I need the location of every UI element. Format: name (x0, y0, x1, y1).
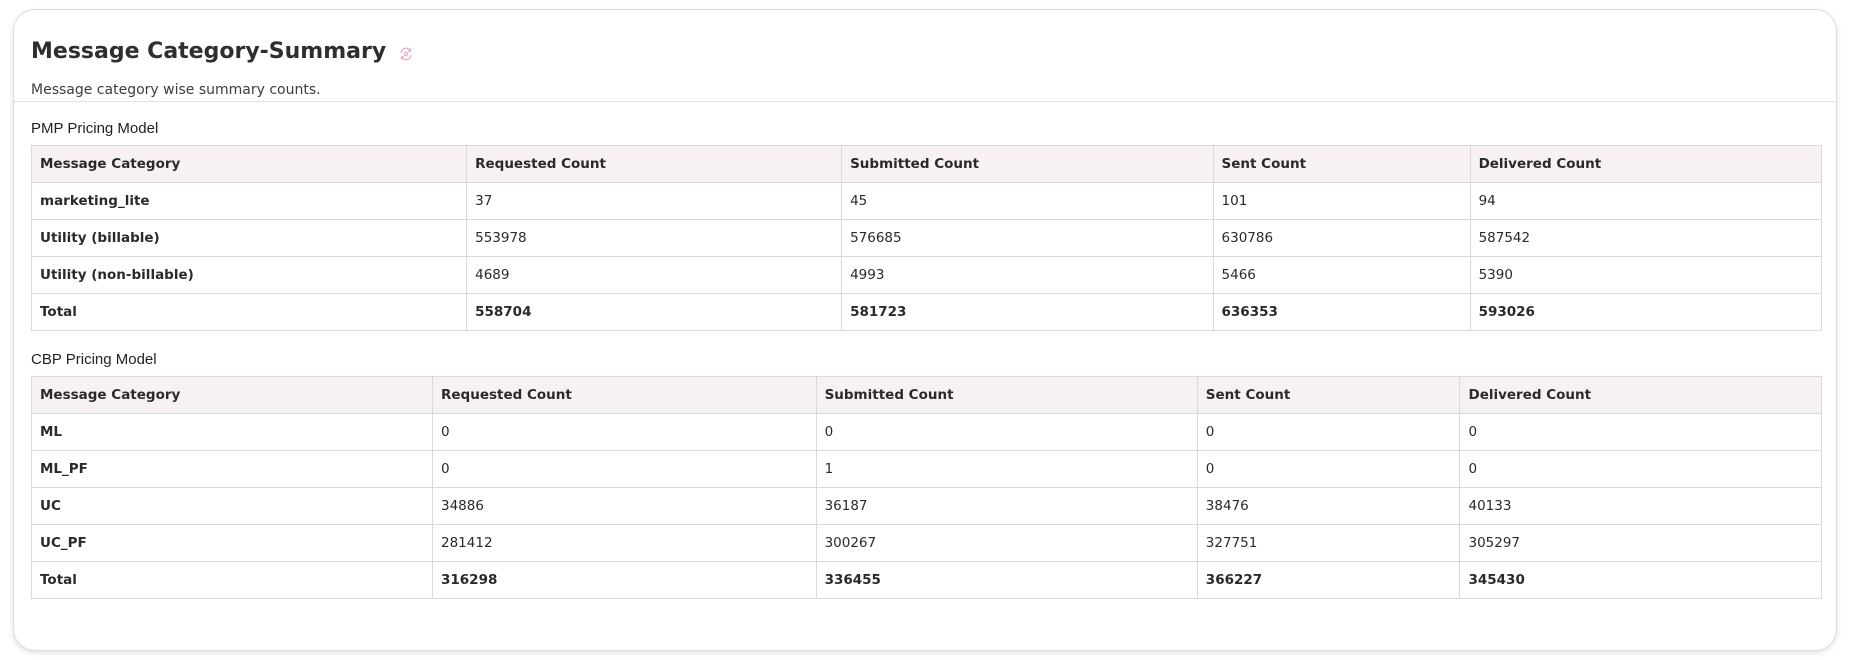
pmp-table: Message Category Requested Count Submitt… (30, 145, 1823, 331)
sent-cell: 38476 (1196, 487, 1461, 525)
sent-cell: 327751 (1196, 524, 1461, 562)
category-cell: Total (31, 561, 433, 599)
requested-cell: 316298 (432, 561, 817, 599)
category-cell: Utility (billable) (30, 219, 468, 257)
column-header: Sent Count (1196, 376, 1461, 414)
category-cell: Total (30, 293, 468, 331)
delivered-cell: 94 (1469, 182, 1823, 220)
category-cell: Utility (non-billable) (30, 256, 468, 294)
card-header: Message Category-Summary Message categor… (14, 10, 1836, 102)
column-header: Message Category (31, 376, 433, 414)
requested-cell: 4689 (466, 256, 843, 294)
sent-cell: 5466 (1212, 256, 1471, 294)
requested-cell: 0 (432, 413, 817, 451)
category-cell: ML_PF (31, 450, 433, 488)
summary-card: Message Category-Summary Message categor… (13, 9, 1837, 651)
delivered-cell: 40133 (1459, 487, 1822, 525)
column-header: Requested Count (432, 376, 817, 414)
sent-cell: 101 (1212, 182, 1471, 220)
column-header: Submitted Count (815, 376, 1198, 414)
submitted-cell: 36187 (815, 487, 1198, 525)
column-header: Requested Count (466, 145, 843, 183)
submitted-cell: 576685 (841, 219, 1214, 257)
table-row: ML_PF 0 1 0 0 (31, 450, 1822, 488)
refresh-icon[interactable] (396, 44, 416, 64)
submitted-cell: 0 (815, 413, 1198, 451)
table-row: Utility (billable) 553978 576685 630786 … (30, 219, 1823, 257)
submitted-cell: 4993 (841, 256, 1214, 294)
requested-cell: 37 (466, 182, 843, 220)
category-cell: marketing_lite (30, 182, 468, 220)
page-title: Message Category-Summary (31, 38, 387, 64)
table-row: UC_PF 281412 300267 327751 305297 (31, 524, 1822, 562)
sent-cell: 0 (1196, 450, 1461, 488)
sent-cell: 0 (1196, 413, 1461, 451)
table-row: UC 34886 36187 38476 40133 (31, 487, 1822, 525)
column-header: Sent Count (1212, 145, 1471, 183)
submitted-cell: 300267 (815, 524, 1198, 562)
total-row: Total 558704 581723 636353 593026 (30, 293, 1823, 331)
category-cell: UC_PF (31, 524, 433, 562)
total-row: Total 316298 336455 366227 345430 (31, 561, 1822, 599)
category-cell: ML (31, 413, 433, 451)
pmp-section-title: PMP Pricing Model (31, 120, 159, 137)
card-body: PMP Pricing Model Message Category Reque… (14, 102, 1836, 599)
delivered-cell: 587542 (1469, 219, 1823, 257)
column-header: Delivered Count (1459, 376, 1822, 414)
delivered-cell: 593026 (1469, 293, 1823, 331)
requested-cell: 558704 (466, 293, 843, 331)
delivered-cell: 305297 (1459, 524, 1822, 562)
submitted-cell: 336455 (815, 561, 1198, 599)
submitted-cell: 581723 (841, 293, 1214, 331)
delivered-cell: 0 (1459, 450, 1822, 488)
delivered-cell: 0 (1459, 413, 1822, 451)
column-header: Delivered Count (1469, 145, 1823, 183)
pmp-header-row: Message Category Requested Count Submitt… (30, 145, 1823, 183)
requested-cell: 553978 (466, 219, 843, 257)
submitted-cell: 45 (841, 182, 1214, 220)
column-header: Message Category (30, 145, 468, 183)
sent-cell: 636353 (1212, 293, 1471, 331)
delivered-cell: 345430 (1459, 561, 1822, 599)
column-header: Submitted Count (841, 145, 1214, 183)
sent-cell: 366227 (1196, 561, 1461, 599)
category-cell: UC (31, 487, 433, 525)
requested-cell: 0 (432, 450, 817, 488)
sent-cell: 630786 (1212, 219, 1471, 257)
cbp-table: Message Category Requested Count Submitt… (31, 376, 1822, 599)
cbp-header-row: Message Category Requested Count Submitt… (31, 376, 1822, 414)
page-subtitle: Message category wise summary counts. (31, 82, 321, 98)
table-row: marketing_lite 37 45 101 94 (30, 182, 1823, 220)
delivered-cell: 5390 (1469, 256, 1823, 294)
submitted-cell: 1 (815, 450, 1198, 488)
title-row: Message Category-Summary (31, 28, 1836, 74)
table-row: Utility (non-billable) 4689 4993 5466 53… (30, 256, 1823, 294)
cbp-section-title: CBP Pricing Model (31, 351, 157, 368)
requested-cell: 34886 (432, 487, 817, 525)
table-row: ML 0 0 0 0 (31, 413, 1822, 451)
requested-cell: 281412 (432, 524, 817, 562)
